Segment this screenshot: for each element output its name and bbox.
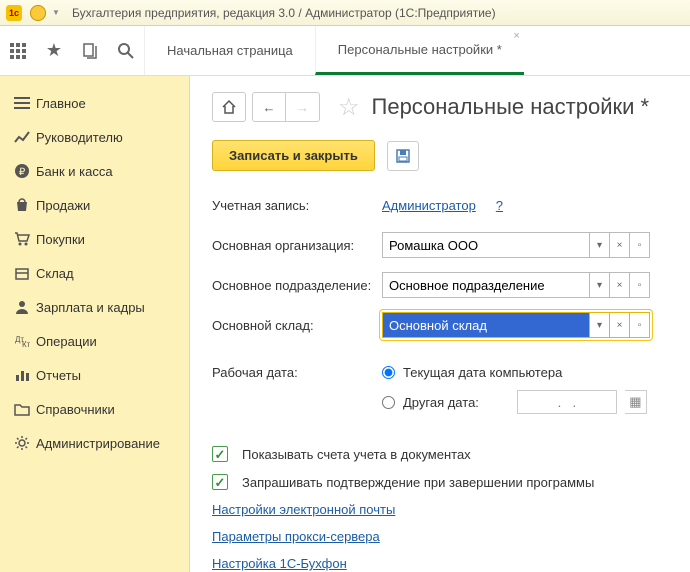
sidebar-label: Администрирование [36,436,160,451]
gear-icon [14,435,36,451]
nav-forward-button: → [286,92,320,122]
checkbox-confirm-exit[interactable] [212,474,228,490]
menu-icon [14,95,36,111]
star-icon[interactable]: ★ [36,26,72,75]
page-title: Персональные настройки * [372,94,650,120]
sidebar-label: Отчеты [36,368,81,383]
nav-back-button[interactable]: ← [252,92,286,122]
link-buhfon-settings[interactable]: Настройка 1С-Бухфон [212,556,347,571]
sidebar-item-main[interactable]: Главное [0,86,189,120]
link-email-settings[interactable]: Настройки электронной почты [212,502,395,517]
warehouse-label: Основной склад: [212,318,382,333]
sidebar-label: Операции [36,334,97,349]
sidebar-label: Склад [36,266,74,281]
sidebar-item-admin[interactable]: Администрирование [0,426,189,460]
radio-current-date[interactable] [382,366,395,379]
sidebar-item-purchases[interactable]: Покупки [0,222,189,256]
cart-icon [14,231,36,247]
clear-icon[interactable]: × [610,312,630,338]
help-icon[interactable]: ? [496,198,503,213]
org-label: Основная организация: [212,238,382,253]
account-label: Учетная запись: [212,198,382,213]
radio-other-date[interactable] [382,396,395,409]
bag-icon [14,197,36,213]
sidebar-item-warehouse[interactable]: Склад [0,256,189,290]
sidebar-label: Покупки [36,232,85,247]
date-input[interactable] [517,390,617,414]
sidebar-label: Руководителю [36,130,123,145]
sidebar: Главное Руководителю ₽ Банк и касса Прод… [0,76,190,572]
history-icon[interactable] [72,26,108,75]
checkbox-confirm-exit-label: Запрашивать подтверждение при завершении… [242,475,594,490]
dept-combo[interactable]: ▾ × ▫ [382,272,650,298]
org-input[interactable] [382,232,590,258]
clear-icon[interactable]: × [610,232,630,258]
folder-icon [14,401,36,417]
sidebar-label: Справочники [36,402,115,417]
account-link[interactable]: Администратор [382,198,476,213]
svg-text:₽: ₽ [19,167,26,178]
tab-home-label: Начальная страница [167,43,293,58]
operations-icon: ДтКт [14,333,36,349]
sidebar-item-reports[interactable]: Отчеты [0,358,189,392]
nav-home-button[interactable] [212,92,246,122]
sidebar-item-manager[interactable]: Руководителю [0,120,189,154]
dropdown-icon[interactable]: ▾ [590,312,610,338]
open-icon[interactable]: ▫ [630,232,650,258]
svg-text:Кт: Кт [22,340,30,349]
bar-chart-icon [14,367,36,383]
tab-home[interactable]: Начальная страница [144,26,315,75]
warehouse-combo[interactable]: ▾ × ▫ [382,312,650,338]
apps-grid-icon[interactable] [0,26,36,75]
dept-label: Основное подразделение: [212,278,382,293]
box-icon [14,265,36,281]
tab-personal-settings[interactable]: Персональные настройки * × [315,26,524,75]
sidebar-label: Продажи [36,198,90,213]
radio-current-label: Текущая дата компьютера [403,365,562,380]
dropdown-icon[interactable]: ▼ [52,8,62,17]
dept-input[interactable] [382,272,590,298]
ruble-icon: ₽ [14,163,36,179]
sidebar-item-bank[interactable]: ₽ Банк и касса [0,154,189,188]
open-icon[interactable]: ▫ [630,312,650,338]
sidebar-label: Банк и касса [36,164,113,179]
sidebar-item-operations[interactable]: ДтКт Операции [0,324,189,358]
content-area: ← → ☆ Персональные настройки * Записать … [190,76,690,572]
search-icon[interactable] [108,26,144,75]
window-titlebar: 1c ▼ Бухгалтерия предприятия, редакция 3… [0,0,690,26]
tab-active-label: Персональные настройки * [338,42,502,57]
window-title: Бухгалтерия предприятия, редакция 3.0 / … [72,6,496,20]
sidebar-label: Главное [36,96,86,111]
chart-up-icon [14,129,36,145]
dropdown-icon[interactable]: ▾ [590,272,610,298]
sidebar-item-salary[interactable]: Зарплата и кадры [0,290,189,324]
radio-other-label: Другая дата: [403,395,479,410]
save-and-close-button[interactable]: Записать и закрыть [212,140,375,171]
clear-icon[interactable]: × [610,272,630,298]
org-combo[interactable]: ▾ × ▫ [382,232,650,258]
warehouse-input[interactable] [382,312,590,338]
favorite-star-icon[interactable]: ☆ [338,93,360,122]
close-icon[interactable]: × [513,30,519,42]
link-proxy-settings[interactable]: Параметры прокси-сервера [212,529,380,544]
save-icon-button[interactable] [387,141,419,171]
top-toolbar: ★ Начальная страница Персональные настро… [0,26,690,76]
app-icon-1c: 1c [6,5,22,21]
calendar-icon[interactable]: ▦ [625,390,647,414]
sidebar-item-directories[interactable]: Справочники [0,392,189,426]
sidebar-item-sales[interactable]: Продажи [0,188,189,222]
sidebar-label: Зарплата и кадры [36,300,145,315]
workdate-label: Рабочая дата: [212,365,382,380]
dropdown-icon[interactable]: ▾ [590,232,610,258]
minimize-circle-icon[interactable] [26,5,46,21]
checkbox-show-accounts[interactable] [212,446,228,462]
person-icon [14,299,36,315]
checkbox-show-accounts-label: Показывать счета учета в документах [242,447,471,462]
open-icon[interactable]: ▫ [630,272,650,298]
